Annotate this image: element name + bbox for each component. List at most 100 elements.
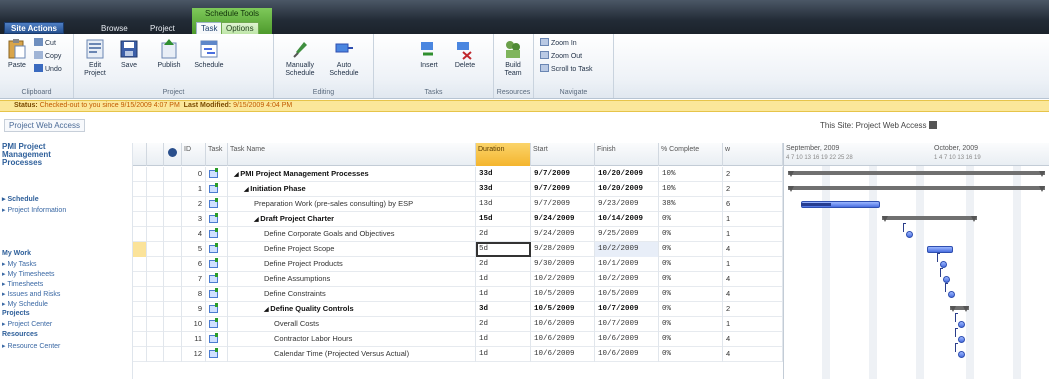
duration-cell[interactable]: 1d <box>476 272 531 287</box>
finish-cell[interactable]: 10/6/2009 <box>595 332 659 347</box>
finish-cell[interactable]: 9/25/2009 <box>595 227 659 242</box>
duration-cell[interactable]: 15d <box>476 212 531 227</box>
grid-header-select[interactable] <box>133 143 147 166</box>
id-cell[interactable]: 0 <box>182 167 206 182</box>
start-cell[interactable]: 10/6/2009 <box>531 347 595 362</box>
task-name-cell[interactable]: ◢ Define Quality Controls <box>228 302 476 317</box>
extra-cell[interactable]: 4 <box>723 347 783 362</box>
duration-cell[interactable]: 1d <box>476 332 531 347</box>
zoom-out-button[interactable]: Zoom Out <box>540 51 582 61</box>
left-nav-title[interactable]: PMI Project Management Processes <box>2 143 82 167</box>
gantt-task-bar[interactable] <box>905 231 913 238</box>
zoom-in-button[interactable]: Zoom In <box>540 38 577 48</box>
start-cell[interactable]: 9/24/2009 <box>531 212 595 227</box>
finish-cell[interactable]: 10/2/2009 <box>595 242 659 257</box>
table-row[interactable]: 1 ◢ Initiation Phase 33d 9/7/2009 10/20/2009… <box>133 182 783 197</box>
pct-cell[interactable]: 0% <box>659 257 723 272</box>
duration-cell[interactable]: 3d <box>476 302 531 317</box>
finish-cell[interactable]: 10/20/2009 <box>595 182 659 197</box>
cut-button[interactable]: Cut <box>34 38 56 48</box>
id-cell[interactable]: 4 <box>182 227 206 242</box>
task-name-cell[interactable]: ◢ Draft Project Charter <box>228 212 476 227</box>
extra-cell[interactable]: 1 <box>723 257 783 272</box>
row-selector[interactable] <box>133 332 147 347</box>
start-cell[interactable]: 9/24/2009 <box>531 227 595 242</box>
gantt-task-bar[interactable] <box>958 351 966 358</box>
gantt-task-bar[interactable] <box>926 246 954 253</box>
pct-cell[interactable]: 0% <box>659 212 723 227</box>
table-row[interactable]: 12 Calendar Time (Projected Versus Actual… <box>133 347 783 362</box>
finish-cell[interactable]: 10/5/2009 <box>595 287 659 302</box>
gantt-summary-bar[interactable] <box>788 186 1045 192</box>
tab-project[interactable]: Project <box>150 23 175 34</box>
start-cell[interactable]: 10/6/2009 <box>531 317 595 332</box>
finish-cell[interactable]: 10/6/2009 <box>595 347 659 362</box>
row-selector[interactable] <box>133 227 147 242</box>
delete-button[interactable]: Delete <box>450 38 480 70</box>
extra-cell[interactable]: 1 <box>723 227 783 242</box>
build-team-button[interactable]: Build Team <box>498 38 528 78</box>
task-name-cell[interactable]: Overall Costs <box>228 317 476 332</box>
left-nav-my-work[interactable]: My Work <box>2 250 31 257</box>
pct-cell[interactable]: 0% <box>659 287 723 302</box>
id-cell[interactable]: 2 <box>182 197 206 212</box>
task-mode-cell[interactable] <box>206 242 228 257</box>
id-cell[interactable]: 9 <box>182 302 206 317</box>
pct-cell[interactable]: 0% <box>659 242 723 257</box>
left-nav-resources[interactable]: Resources <box>2 331 38 338</box>
grid-header-start[interactable]: Start <box>531 143 595 166</box>
table-row[interactable]: 0 ◢ PMI Project Management Processes 33d 9/… <box>133 167 783 182</box>
task-name-cell[interactable]: Define Corporate Goals and Objectives <box>228 227 476 242</box>
task-mode-cell[interactable] <box>206 167 228 182</box>
duration-cell[interactable]: 1d <box>476 347 531 362</box>
start-cell[interactable]: 9/7/2009 <box>531 197 595 212</box>
row-selector[interactable] <box>133 212 147 227</box>
table-row[interactable]: 8 Define Constraints 1d 10/5/2009 10/5/2009 0… <box>133 287 783 302</box>
table-row[interactable]: 5 Define Project Scope 5d 9/28/2009 10/2/200… <box>133 242 783 257</box>
duration-cell[interactable]: 2d <box>476 227 531 242</box>
task-mode-cell[interactable] <box>206 197 228 212</box>
id-cell[interactable]: 3 <box>182 212 206 227</box>
task-mode-cell[interactable] <box>206 257 228 272</box>
task-mode-cell[interactable] <box>206 347 228 362</box>
left-nav-project-information[interactable]: ▸ Project Information <box>2 206 66 215</box>
auto-schedule-button[interactable]: Auto Schedule <box>326 38 362 78</box>
left-nav-item-timesheets[interactable]: ▸ Timesheets <box>2 280 43 289</box>
tab-task[interactable]: Task <box>196 22 223 34</box>
publish-button[interactable]: Publish <box>154 38 184 70</box>
task-name-cell[interactable]: Define Constraints <box>228 287 476 302</box>
left-nav-item-project-center[interactable]: ▸ Project Center <box>2 320 52 329</box>
extra-cell[interactable]: 1 <box>723 317 783 332</box>
start-cell[interactable]: 9/28/2009 <box>531 242 595 257</box>
row-selector[interactable] <box>133 287 147 302</box>
pct-cell[interactable]: 0% <box>659 272 723 287</box>
schedule-button[interactable]: Schedule <box>194 38 224 70</box>
grid-header-duration[interactable]: Duration <box>476 143 531 166</box>
task-name-cell[interactable]: Contractor Labor Hours <box>228 332 476 347</box>
row-selector[interactable] <box>133 302 147 317</box>
id-cell[interactable]: 12 <box>182 347 206 362</box>
task-name-cell[interactable]: Define Assumptions <box>228 272 476 287</box>
task-name-cell[interactable]: Define Project Scope <box>228 242 476 257</box>
duration-cell[interactable]: 1d <box>476 287 531 302</box>
left-nav-projects[interactable]: Projects <box>2 310 30 317</box>
duration-cell[interactable]: 2d <box>476 317 531 332</box>
edit-project-button[interactable]: Edit Project <box>80 38 110 78</box>
table-row[interactable]: 9 ◢ Define Quality Controls 3d 10/5/2009 10/… <box>133 302 783 317</box>
finish-cell[interactable]: 10/14/2009 <box>595 212 659 227</box>
table-row[interactable]: 3 ◢ Draft Project Charter 15d 9/24/2009 10/1… <box>133 212 783 227</box>
table-row[interactable]: 4 Define Corporate Goals and Objectives 2d… <box>133 227 783 242</box>
finish-cell[interactable]: 10/7/2009 <box>595 302 659 317</box>
finish-cell[interactable]: 10/7/2009 <box>595 317 659 332</box>
extra-cell[interactable]: 2 <box>723 167 783 182</box>
tab-options[interactable]: Options <box>221 22 259 34</box>
gantt-summary-bar[interactable] <box>882 216 977 222</box>
finish-cell[interactable]: 10/20/2009 <box>595 167 659 182</box>
left-nav-schedule[interactable]: ▸ Schedule <box>2 195 39 203</box>
extra-cell[interactable]: 2 <box>723 182 783 197</box>
id-cell[interactable]: 11 <box>182 332 206 347</box>
task-name-cell[interactable]: Preparation Work (pre-sales consulting) … <box>228 197 476 212</box>
duration-cell[interactable]: 33d <box>476 182 531 197</box>
task-mode-cell[interactable] <box>206 302 228 317</box>
gantt-task-bar[interactable] <box>942 276 950 283</box>
